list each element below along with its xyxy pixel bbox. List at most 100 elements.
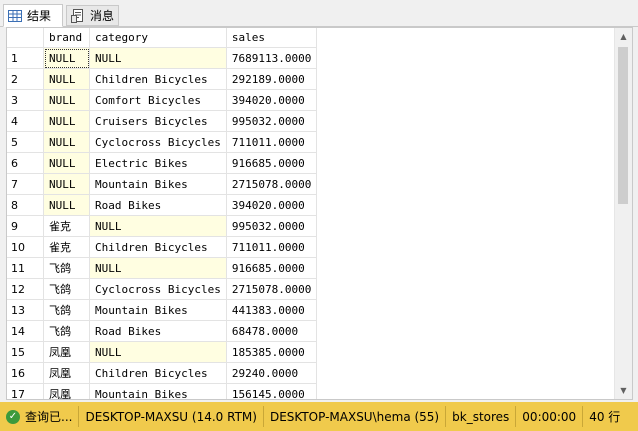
cell-sales[interactable]: 394020.0000 (226, 89, 318, 111)
cell-sales[interactable]: 2715078.0000 (226, 173, 318, 195)
column-header-category[interactable]: category (89, 28, 227, 48)
cell-sales[interactable]: 995032.0000 (226, 215, 318, 237)
cell-category[interactable]: Cyclocross Bicycles (89, 131, 227, 153)
cell-category[interactable]: NULL (89, 341, 227, 363)
cell-category[interactable]: Children Bicycles (89, 68, 227, 90)
row-number[interactable]: 16 (7, 362, 44, 384)
cell-category[interactable]: Children Bicycles (89, 236, 227, 258)
tab-results[interactable]: 结果 (3, 4, 63, 27)
cell-category[interactable]: Electric Bikes (89, 152, 227, 174)
query-status: ✓ 查询已... (0, 406, 80, 427)
table-row[interactable]: 15 凤凰 NULL 185385.0000 (7, 341, 318, 363)
cell-sales[interactable]: 916685.0000 (226, 257, 318, 279)
cell-brand[interactable]: 凤凰 (43, 362, 90, 384)
cell-category[interactable]: NULL (89, 47, 227, 69)
table-row[interactable]: 4 NULL Cruisers Bicycles 995032.0000 (7, 110, 318, 132)
cell-brand[interactable]: NULL (43, 152, 90, 174)
table-row[interactable]: 12 飞鸽 Cyclocross Bicycles 2715078.0000 (7, 278, 318, 300)
cell-brand[interactable]: NULL (43, 89, 90, 111)
results-grid[interactable]: brand category sales 1 NULL NULL 7689113.00… (6, 27, 633, 400)
cell-category[interactable]: Children Bicycles (89, 362, 227, 384)
cell-sales[interactable]: 68478.0000 (226, 320, 318, 342)
cell-sales[interactable]: 711011.0000 (226, 236, 318, 258)
row-number[interactable]: 6 (7, 152, 44, 174)
row-number[interactable]: 13 (7, 299, 44, 321)
scroll-up-arrow-icon[interactable]: ▲ (615, 28, 632, 45)
table-row[interactable]: 3 NULL Comfort Bicycles 394020.0000 (7, 89, 318, 111)
cell-brand[interactable]: 飞鸽 (43, 299, 90, 321)
scrollbar-thumb[interactable] (618, 47, 628, 204)
row-number[interactable]: 7 (7, 173, 44, 195)
cell-sales[interactable]: 995032.0000 (226, 110, 318, 132)
cell-brand[interactable]: NULL (43, 131, 90, 153)
row-number[interactable]: 4 (7, 110, 44, 132)
table-row[interactable]: 7 NULL Mountain Bikes 2715078.0000 (7, 173, 318, 195)
table-row[interactable]: 6 NULL Electric Bikes 916685.0000 (7, 152, 318, 174)
cell-brand[interactable]: 飞鸽 (43, 278, 90, 300)
column-header-brand[interactable]: brand (43, 28, 90, 48)
cell-sales[interactable]: 441383.0000 (226, 299, 318, 321)
column-header-sales[interactable]: sales (226, 28, 318, 48)
cell-brand[interactable]: 雀克 (43, 236, 90, 258)
cell-category[interactable]: Cyclocross Bicycles (89, 278, 227, 300)
cell-brand[interactable]: NULL (43, 68, 90, 90)
cell-sales[interactable]: 292189.0000 (226, 68, 318, 90)
messages-icon (71, 8, 85, 23)
row-number[interactable]: 9 (7, 215, 44, 237)
row-number[interactable]: 10 (7, 236, 44, 258)
cell-category[interactable]: Road Bikes (89, 320, 227, 342)
cell-category[interactable]: Cruisers Bicycles (89, 110, 227, 132)
cell-brand[interactable]: NULL (43, 110, 90, 132)
cell-category[interactable]: Road Bikes (89, 194, 227, 216)
table-row[interactable]: 14 飞鸽 Road Bikes 68478.0000 (7, 320, 318, 342)
cell-category[interactable]: Mountain Bikes (89, 173, 227, 195)
cell-brand[interactable]: 凤凰 (43, 383, 90, 399)
table-row[interactable]: 17 凤凰 Mountain Bikes 156145.0000 (7, 383, 318, 399)
table-row[interactable]: 9 雀克 NULL 995032.0000 (7, 215, 318, 237)
row-number[interactable]: 5 (7, 131, 44, 153)
row-number[interactable]: 11 (7, 257, 44, 279)
cell-brand[interactable]: NULL (43, 194, 90, 216)
vertical-scrollbar[interactable]: ▲ ▼ (614, 28, 632, 399)
table-row[interactable]: 5 NULL Cyclocross Bicycles 711011.0000 (7, 131, 318, 153)
cell-category[interactable]: NULL (89, 215, 227, 237)
cell-sales[interactable]: 29240.0000 (226, 362, 318, 384)
row-number[interactable]: 2 (7, 68, 44, 90)
cell-sales[interactable]: 2715078.0000 (226, 278, 318, 300)
table-row[interactable]: 13 飞鸽 Mountain Bikes 441383.0000 (7, 299, 318, 321)
table-row[interactable]: 8 NULL Road Bikes 394020.0000 (7, 194, 318, 216)
cell-category[interactable]: Mountain Bikes (89, 383, 227, 399)
cell-sales[interactable]: 394020.0000 (226, 194, 318, 216)
row-number[interactable]: 12 (7, 278, 44, 300)
table-row[interactable]: 11 飞鸽 NULL 916685.0000 (7, 257, 318, 279)
cell-category[interactable]: NULL (89, 257, 227, 279)
elapsed-time: 00:00:00 (516, 406, 584, 427)
row-number[interactable]: 8 (7, 194, 44, 216)
table-row[interactable]: 2 NULL Children Bicycles 292189.0000 (7, 68, 318, 90)
cell-sales[interactable]: 156145.0000 (226, 383, 318, 399)
table-row[interactable]: 1 NULL NULL 7689113.0000 (7, 47, 318, 69)
cell-sales[interactable]: 916685.0000 (226, 152, 318, 174)
row-number[interactable]: 1 (7, 47, 44, 69)
cell-brand[interactable]: 飞鸽 (43, 257, 90, 279)
cell-category[interactable]: Mountain Bikes (89, 299, 227, 321)
cell-brand[interactable]: 凤凰 (43, 341, 90, 363)
row-number[interactable]: 15 (7, 341, 44, 363)
row-number[interactable]: 3 (7, 89, 44, 111)
row-number[interactable]: 17 (7, 383, 44, 399)
cell-brand[interactable]: NULL (43, 47, 90, 69)
row-number[interactable]: 14 (7, 320, 44, 342)
cell-sales[interactable]: 185385.0000 (226, 341, 318, 363)
cell-sales[interactable]: 7689113.0000 (226, 47, 318, 69)
tab-messages[interactable]: 消息 (66, 5, 119, 26)
cell-category[interactable]: Comfort Bicycles (89, 89, 227, 111)
row-number-header[interactable] (7, 28, 44, 48)
cell-brand[interactable]: 飞鸽 (43, 320, 90, 342)
cell-brand[interactable]: 雀克 (43, 215, 90, 237)
table-row[interactable]: 16 凤凰 Children Bicycles 29240.0000 (7, 362, 318, 384)
cell-brand[interactable]: NULL (43, 173, 90, 195)
cell-sales[interactable]: 711011.0000 (226, 131, 318, 153)
table-row[interactable]: 10 雀克 Children Bicycles 711011.0000 (7, 236, 318, 258)
tab-messages-label: 消息 (90, 9, 115, 23)
scroll-down-arrow-icon[interactable]: ▼ (615, 382, 632, 399)
